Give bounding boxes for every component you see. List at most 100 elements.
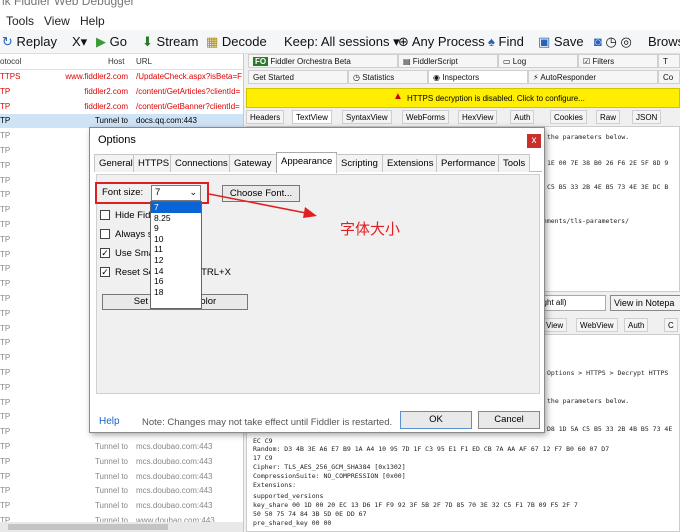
keep-sessions-dropdown[interactable]: Keep: All sessions ▾ [284,34,400,50]
subtab-cookies[interactable]: Cookies [550,110,587,124]
table-row[interactable]: TP Tunnel to mcs.doubao.com:443 [0,470,243,484]
save-button[interactable]: ▣ Save [538,34,584,50]
tab-gateway-label: Gateway [234,158,272,169]
tab-general[interactable]: General [94,154,138,172]
tab-orchestra[interactable]: FO Fiddler Orchestra Beta [248,54,398,68]
cancel-button[interactable]: Cancel [478,411,540,429]
annotation-arrow [209,193,317,218]
font-size-option[interactable]: 10 [151,234,201,245]
menu-tools[interactable]: Tools [6,14,34,28]
tab-scripting[interactable]: Scripting [336,154,383,172]
find-input[interactable]: light all) [536,295,606,311]
table-row[interactable]: TTPS www.fiddler2.com/UpdateCheck.aspx?is… [0,70,243,84]
table-row[interactable]: TP Tunnel to mcs.doubao.com:443 [0,499,243,513]
ok-button[interactable]: OK [400,411,472,429]
tab-gateway[interactable]: Gateway [229,154,277,172]
scrollbar-thumb[interactable] [8,524,168,530]
font-size-option[interactable]: 18 [151,287,201,298]
binoculars-icon: ♠ [488,34,495,49]
col-url[interactable]: URL [136,57,152,66]
decode-button[interactable]: ▦ Decode [206,34,267,50]
tab-timeline-label: T [663,57,668,66]
hide-fiddler-checkbox[interactable] [100,210,110,220]
tab-get-started[interactable]: Get Started [248,70,348,84]
subtab-auth[interactable]: Auth [510,110,535,124]
menu-help[interactable]: Help [80,14,105,28]
tab-scripting-label: Scripting [341,158,378,169]
subtab-auth-label: Auth [514,113,531,122]
tab-https-label: HTTPS [138,158,170,169]
tab-connections[interactable]: Connections [170,154,233,172]
https-warning-bar[interactable]: ▲ HTTPS decryption is disabled. Click to… [246,88,680,108]
cell-url: docs.qq.com:443 [136,116,197,126]
tab-extensions[interactable]: Extensions [382,154,439,172]
go-button[interactable]: ▶ Go [96,34,127,50]
close-button[interactable]: x [527,134,541,148]
cell-protocol: TP [0,412,11,422]
subtab-headers[interactable]: Headers [246,110,285,124]
col-protocol[interactable]: otocol [0,57,21,66]
cell-protocol: TP [0,249,11,259]
subtab-hexview[interactable]: HexView [458,110,498,124]
browse-label: Brows [648,34,680,49]
use-smart-scroll-checkbox[interactable]: ✓ [100,248,110,258]
browse-button[interactable]: Brows [648,34,680,49]
subtab-textview[interactable]: TextView [292,110,332,124]
stream-button[interactable]: ⬇ Stream [142,34,198,50]
menu-view[interactable]: View [44,14,70,28]
tab-fiddlerscript[interactable]: ▤ FiddlerScript [398,54,498,68]
tab-inspectors[interactable]: ◉ Inspectors [428,70,528,84]
subtab2-cookies[interactable]: C [664,318,678,332]
table-row[interactable]: TP Tunnel to mcs.doubao.com:443 [0,440,243,454]
tab-composer[interactable]: Co [658,70,680,84]
tab-statistics[interactable]: ◷ Statistics [348,70,428,84]
go-label: Go [109,34,127,49]
tab-filters[interactable]: ☑ Filters [578,54,658,68]
tab-tools[interactable]: Tools [498,154,531,172]
cell-protocol: TP [0,323,11,333]
clock-button[interactable]: ◙ ◷ ◎ [594,34,632,50]
subtab2-auth[interactable]: Auth [624,318,649,332]
subtab2-view[interactable]: View [542,318,568,332]
tab-appearance[interactable]: Appearance [276,152,338,173]
tab-autoresponder[interactable]: ⚡ AutoResponder [528,70,658,84]
any-process-button[interactable]: ⊕ Any Process [398,34,485,50]
font-size-option[interactable]: 12 [151,255,201,266]
font-size-option[interactable]: 14 [151,266,201,277]
view-in-notepad-button[interactable]: View in Notepa [610,295,680,311]
font-size-option[interactable]: 7 [151,202,201,213]
font-size-option[interactable]: 9 [151,223,201,234]
menu-bar: Tools View Help [0,12,680,30]
script-icon: ▤ [403,57,411,66]
cell-url: mcs.doubao.com:443 [136,471,213,481]
tab-timeline[interactable]: T [658,54,680,68]
subtab-webforms[interactable]: WebForms [402,110,449,124]
table-row[interactable]: TP Tunnel to mcs.doubao.com:443 [0,455,243,469]
col-host[interactable]: Host [108,57,124,66]
text-line: 50 50 75 74 84 3B 5D 0E DD 67 [253,510,367,518]
help-link[interactable]: Help [99,416,120,427]
font-size-option[interactable]: 11 [151,244,201,255]
subtab2-webview[interactable]: WebView [576,318,618,332]
font-size-dropdown-list[interactable]: 7 8.25 9 10 11 12 14 16 18 [150,201,202,309]
cell-protocol: TP [0,101,11,111]
font-size-option[interactable]: 8.25 [151,213,201,224]
remove-button[interactable]: X▾ [72,34,87,50]
table-row[interactable]: TP Tunnel to mcs.doubao.com:443 [0,484,243,498]
table-row[interactable]: TP fiddler2.com/content/GetBanner?clientI… [0,100,243,114]
reset-counter-checkbox[interactable]: ✓ [100,267,110,277]
table-row[interactable]: TP fiddler2.com/content/GetArticles?clien… [0,85,243,99]
replay-button[interactable]: ↻ Replay [2,34,57,50]
subtab-syntaxview[interactable]: SyntaxView [342,110,392,124]
font-size-option[interactable]: 16 [151,276,201,287]
cell-protocol: TP [0,160,11,170]
tab-log[interactable]: ▭ Log [498,54,578,68]
find-button[interactable]: ♠ Find [488,34,524,49]
tab-https[interactable]: HTTPS [133,154,175,172]
always-show-checkbox[interactable] [100,229,110,239]
horizontal-scrollbar[interactable] [0,522,243,532]
tab-performance[interactable]: Performance [436,154,501,172]
subtab-json[interactable]: JSON [632,110,662,124]
cell-protocol: TP [0,234,11,244]
subtab-raw[interactable]: Raw [596,110,621,124]
